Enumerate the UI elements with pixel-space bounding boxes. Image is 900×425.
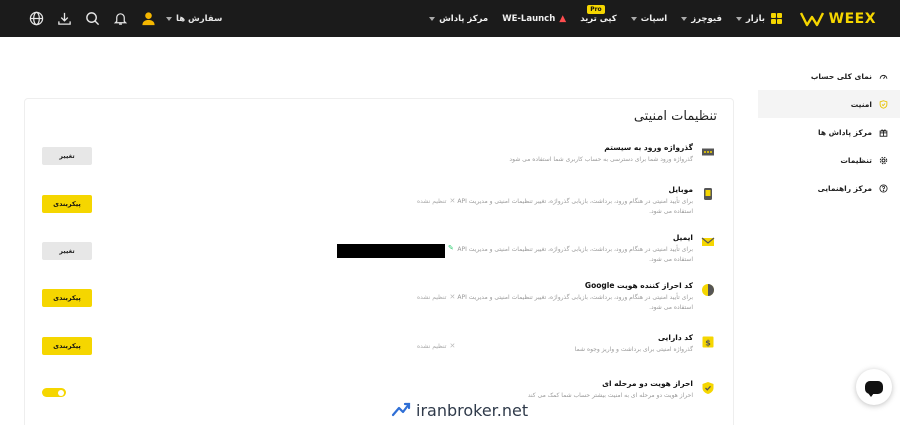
- avatar-icon[interactable]: [134, 0, 162, 37]
- sidebar-item-rewards[interactable]: مرکز پاداش ها: [758, 118, 900, 146]
- security-row-asset-code: $ کد دارایی گذرواژه امنیتی برای برداشت و…: [25, 333, 735, 377]
- row-title: ایمیل: [672, 233, 693, 242]
- main-nav: بازار فیوچرز اسپات Pro کپی ترید ▲ WE-Lau…: [422, 0, 772, 37]
- edit-pencil-icon[interactable]: ✎: [448, 244, 454, 252]
- account-sidebar: نمای کلی حساب امنیت مرکز پاداش ها تنظیما…: [758, 62, 900, 202]
- sidebar-item-label: مرکز راهنمایی: [817, 183, 872, 193]
- chevron-down-icon: [681, 16, 688, 21]
- weex-logo[interactable]: WEEX: [799, 0, 876, 37]
- password-icon: [702, 148, 714, 156]
- status-text: تنظیم نشده: [417, 293, 447, 301]
- 2fa-toggle[interactable]: [42, 388, 66, 397]
- x-icon: ✕: [449, 197, 456, 205]
- change-password-button[interactable]: تغییر: [42, 147, 92, 165]
- configure-asset-code-button[interactable]: پیکربندی: [42, 337, 92, 355]
- security-row-2fa: احراز هویت دو مرحله ای احراز هویت دو مرح…: [25, 379, 735, 423]
- security-row-google-auth: کد احراز کننده هویت Google برای تأیید ام…: [25, 281, 735, 325]
- nav-item-copy-trade[interactable]: Pro کپی ترید: [573, 0, 624, 37]
- row-title: موبایل: [668, 185, 694, 194]
- sidebar-item-label: امنیت: [850, 99, 872, 109]
- row-description: برای تأیید امنیتی در هنگام ورود، برداشت،…: [457, 246, 693, 263]
- chevron-down-icon: [630, 16, 637, 21]
- row-title: گذرواژه ورود به سیستم: [604, 143, 693, 152]
- row-title: کد احراز کننده هویت Google: [584, 281, 693, 290]
- nav-item-label: کپی ترید: [580, 13, 617, 24]
- sidebar-item-label: تنظیمات: [840, 155, 872, 165]
- svg-text:$: $: [705, 338, 711, 347]
- row-description: برای تأیید امنیتی در هنگام ورود، برداشت،…: [457, 198, 693, 215]
- logo-mark-icon: [799, 11, 824, 26]
- chevron-down-icon: [166, 16, 172, 21]
- gift-icon: [879, 129, 888, 137]
- nav-item-label: اسپات: [640, 13, 668, 24]
- status-text: تنظیم نشده: [417, 342, 447, 350]
- nav-item-spot[interactable]: اسپات: [624, 0, 674, 37]
- download-icon[interactable]: [50, 0, 78, 37]
- apps-grid-icon[interactable]: [771, 13, 782, 24]
- google-auth-icon: [702, 284, 714, 296]
- gear-icon: [879, 156, 888, 164]
- shield-check-icon: [702, 382, 714, 394]
- x-icon: ✕: [449, 293, 456, 301]
- sidebar-item-overview[interactable]: نمای کلی حساب: [758, 62, 900, 90]
- sidebar-item-label: نمای کلی حساب: [810, 71, 872, 81]
- nav-item-futures[interactable]: فیوچرز: [674, 0, 729, 37]
- status-not-set: ✕ تنظیم نشده: [417, 342, 455, 350]
- support-chat-button[interactable]: [856, 369, 892, 405]
- shield-icon: [879, 99, 888, 109]
- email-value-redacted: [337, 244, 445, 258]
- orders-menu[interactable]: سفارش ها: [166, 0, 222, 37]
- chevron-down-icon: [735, 16, 742, 21]
- sidebar-item-settings[interactable]: تنظیمات: [758, 146, 900, 174]
- status-not-set: ✕ تنظیم نشده: [417, 293, 455, 301]
- sidebar-item-label: مرکز پاداش ها: [818, 127, 872, 137]
- nav-item-label: فیوچرز: [691, 13, 722, 24]
- chevron-down-icon: [429, 16, 436, 21]
- globe-icon[interactable]: [22, 0, 50, 37]
- row-title: کد دارایی: [657, 333, 693, 342]
- configure-google-auth-button[interactable]: پیکربندی: [42, 289, 92, 307]
- sidebar-item-help[interactable]: مرکز راهنمایی: [758, 174, 900, 202]
- fire-icon: ▲: [559, 13, 567, 24]
- nav-item-rewards[interactable]: مرکز پاداش: [422, 0, 495, 37]
- row-title: احراز هویت دو مرحله ای: [602, 379, 693, 388]
- row-description: برای تأیید امنیتی در هنگام ورود، برداشت،…: [457, 294, 693, 311]
- chart-arrow-icon: [391, 402, 411, 417]
- help-icon: [879, 183, 888, 193]
- nav-item-market[interactable]: بازار: [729, 0, 772, 37]
- chat-bubble-icon: [865, 380, 883, 397]
- status-not-set: ✕ تنظیم نشده: [417, 197, 455, 205]
- nav-item-label: WE-Launch: [502, 13, 556, 24]
- gauge-icon: [879, 74, 888, 79]
- row-description: گذرواژه ورود شما برای دسترسی به حساب کار…: [509, 156, 693, 163]
- bell-icon[interactable]: [106, 0, 134, 37]
- status-text: تنظیم نشده: [417, 197, 447, 205]
- nav-item-we-launch[interactable]: ▲ WE-Launch: [495, 0, 573, 37]
- page-title: تنظیمات امنیتی: [633, 109, 717, 124]
- top-utility-icons: [22, 0, 162, 37]
- watermark-text: iranbroker.net: [416, 400, 529, 420]
- top-navigation-bar: سفارش ها بازار فیوچرز اسپات Pro کپی ترید…: [0, 0, 900, 37]
- security-row-password: گذرواژه ورود به سیستم گذرواژه ورود شما ب…: [25, 143, 735, 187]
- row-description: گذرواژه امنیتی برای برداشت و واریز وجوه …: [574, 346, 693, 353]
- mail-icon: [701, 237, 715, 246]
- sidebar-item-security[interactable]: امنیت: [758, 90, 900, 118]
- search-icon[interactable]: [78, 0, 106, 37]
- security-row-email: ایمیل برای تأیید امنیتی در هنگام ورود، ب…: [25, 233, 735, 277]
- security-settings-card: تنظیمات امنیتی گذرواژه ورود به سیستم گذر…: [24, 98, 734, 425]
- pro-badge: Pro: [587, 5, 605, 14]
- orders-label: سفارش ها: [176, 13, 223, 24]
- x-icon: ✕: [449, 342, 456, 350]
- logo-text: WEEX: [828, 10, 876, 27]
- change-email-button[interactable]: تغییر: [42, 242, 92, 260]
- configure-mobile-button[interactable]: پیکربندی: [42, 195, 92, 213]
- mobile-icon: [704, 188, 712, 200]
- watermark: iranbroker.net: [390, 400, 528, 420]
- nav-item-label: بازار: [745, 13, 765, 24]
- nav-item-label: مرکز پاداش: [439, 13, 489, 24]
- security-row-mobile: موبایل برای تأیید امنیتی در هنگام ورود، …: [25, 185, 735, 229]
- asset-code-icon: $: [702, 336, 714, 348]
